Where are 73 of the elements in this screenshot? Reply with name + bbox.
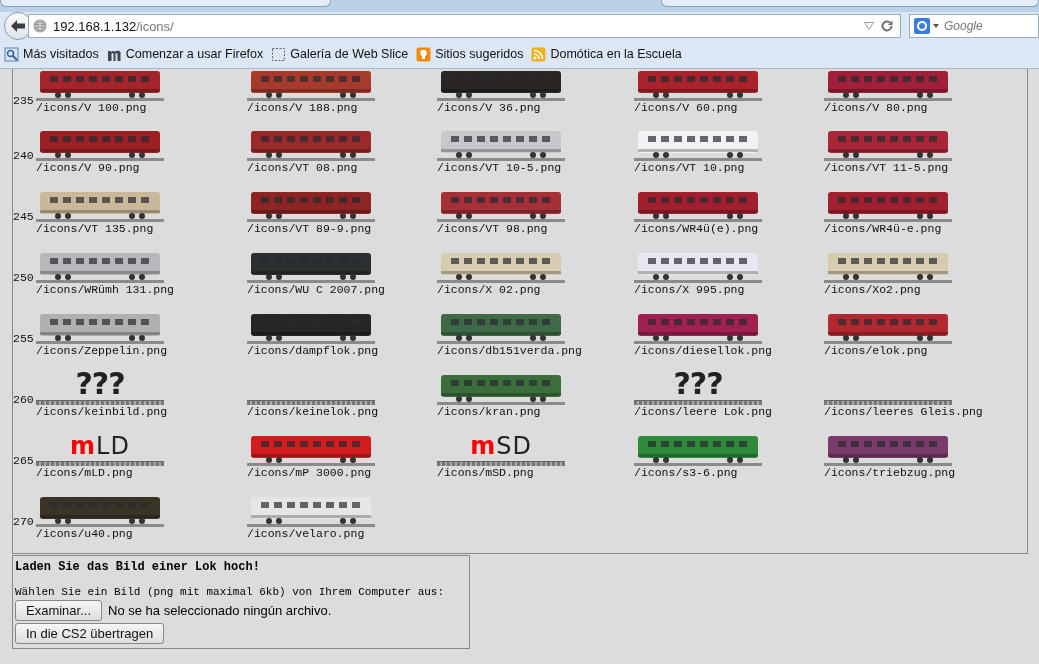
- question-marks-text: ???: [75, 368, 125, 400]
- file-caption[interactable]: /icons/dampflok.png: [247, 344, 379, 357]
- address-field[interactable]: 192.168.1.132/icons/: [28, 14, 901, 38]
- row-number: 245: [13, 209, 35, 223]
- file-caption[interactable]: /icons/WRümh 131.png: [36, 283, 175, 296]
- dashed-square-icon: [271, 46, 287, 62]
- file-caption[interactable]: /icons/V 188.png: [247, 101, 358, 114]
- lightbulb-icon: [416, 46, 432, 62]
- bookmark-link[interactable]: Más visitados: [4, 46, 99, 62]
- file-caption[interactable]: /icons/leere Lok.png: [634, 405, 773, 418]
- bookmark-link[interactable]: Galería de Web Slice: [271, 46, 409, 62]
- file-caption[interactable]: /icons/velaro.png: [247, 527, 365, 540]
- dropdown-icon[interactable]: [864, 22, 874, 30]
- file-caption[interactable]: /icons/VT 10.png: [634, 161, 745, 174]
- question-marks-text: ???: [673, 368, 723, 400]
- file-caption[interactable]: /icons/VT 89-9.png: [247, 222, 372, 235]
- file-caption[interactable]: /icons/keinbild.png: [36, 405, 168, 418]
- file-caption[interactable]: /icons/db151verda.png: [437, 344, 582, 357]
- file-caption[interactable]: /icons/keinelok.png: [247, 405, 379, 418]
- file-caption[interactable]: /icons/VT 135.png: [36, 222, 154, 235]
- search-field[interactable]: Google: [909, 14, 1039, 38]
- file-caption[interactable]: /icons/V 90.png: [36, 161, 140, 174]
- file-caption[interactable]: /icons/VT 08.png: [247, 161, 358, 174]
- file-caption[interactable]: /icons/WR4ü-e.png: [824, 222, 942, 235]
- upload-title: Laden Sie das Bild einer Lok hoch!: [15, 560, 260, 574]
- file-caption[interactable]: /icons/diesellok.png: [634, 344, 773, 357]
- browse-button[interactable]: Examinar...: [15, 600, 103, 621]
- file-caption[interactable]: /icons/V 80.png: [824, 101, 928, 114]
- file-caption[interactable]: /icons/V 100.png: [36, 101, 147, 114]
- submit-button[interactable]: In die CS2 übertragen: [15, 623, 165, 644]
- file-caption[interactable]: /icons/VT 10-5.png: [437, 161, 562, 174]
- row-number: 235: [13, 93, 35, 107]
- file-caption[interactable]: /icons/V 60.png: [634, 101, 738, 114]
- file-caption[interactable]: /icons/VT 11-5.png: [824, 161, 949, 174]
- row-number: 270: [13, 514, 35, 528]
- row-number: 255: [13, 331, 35, 345]
- search-engine-icon[interactable]: [914, 18, 940, 34]
- file-caption[interactable]: /icons/mSD.png: [437, 466, 534, 479]
- file-caption[interactable]: /icons/VT 98.png: [437, 222, 548, 235]
- reload-icon[interactable]: [880, 19, 894, 33]
- file-caption[interactable]: /icons/WU C 2007.png: [247, 283, 386, 296]
- file-caption[interactable]: /icons/elok.png: [824, 344, 928, 357]
- file-caption[interactable]: /icons/WR4ü(e).png: [634, 222, 759, 235]
- url-host: 192.168.1.132: [53, 18, 137, 34]
- row-number: 240: [13, 148, 35, 162]
- row-number: 265: [13, 453, 35, 467]
- search-placeholder: Google: [944, 19, 983, 33]
- bookmark-link[interactable]: Comenzar a usar Firefox: [106, 46, 264, 62]
- bookmark-list-icon: [4, 46, 19, 62]
- feed-icon: [531, 46, 547, 62]
- file-caption[interactable]: /icons/leeres Gleis.png: [824, 405, 983, 418]
- row-number: 250: [13, 270, 35, 284]
- file-caption[interactable]: /icons/s3-6.png: [634, 466, 738, 479]
- row-number: 260: [13, 392, 35, 406]
- file-caption[interactable]: /icons/Xo2.png: [824, 283, 921, 296]
- back-arrow-icon: [10, 19, 26, 33]
- logo-text: mSD: [470, 431, 532, 461]
- file-caption[interactable]: /icons/X 995.png: [634, 283, 745, 296]
- file-caption[interactable]: /icons/X 02.png: [437, 283, 541, 296]
- logo-text: m LD: [70, 431, 130, 461]
- file-caption[interactable]: /icons/V 36.png: [437, 101, 541, 114]
- file-caption[interactable]: /icons/kran.png: [437, 405, 541, 418]
- file-caption[interactable]: /icons/mLD.png: [36, 466, 133, 479]
- url-path: /icons/: [136, 18, 174, 34]
- file-caption[interactable]: /icons/mP 3000.png: [247, 466, 372, 479]
- file-status: No se ha seleccionado ningún archivo.: [108, 603, 332, 618]
- globe-icon: [33, 19, 47, 33]
- file-caption[interactable]: /icons/Zeppelin.png: [36, 344, 168, 357]
- bookmark-link[interactable]: Domótica en la Escuela: [531, 46, 682, 62]
- bookmark-link[interactable]: Sitios sugeridos: [416, 46, 524, 62]
- file-caption[interactable]: /icons/triebzug.png: [824, 466, 956, 479]
- file-caption[interactable]: /icons/u40.png: [36, 527, 133, 540]
- upload-instruction: Wählen Sie ein Bild (png mit maximal 6kb) von Ihrem Computer aus:: [15, 586, 445, 598]
